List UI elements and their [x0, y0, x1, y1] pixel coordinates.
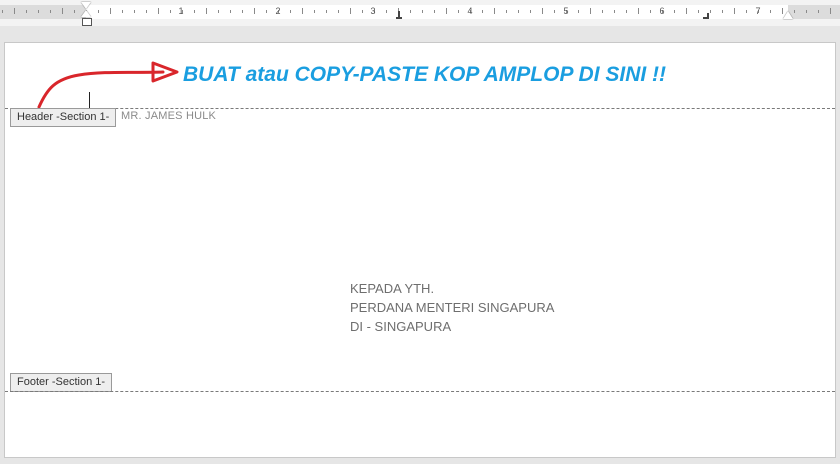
ruler-strip[interactable] [86, 5, 788, 19]
ruler-tick [638, 8, 639, 14]
ruler-tick [590, 8, 591, 14]
ruler-tick [26, 10, 27, 13]
ruler-number: 6 [659, 6, 665, 16]
ruler-tick [506, 10, 507, 13]
recipient-address[interactable]: KEPADA YTH. PERDANA MENTERI SINGAPURA DI… [350, 279, 554, 336]
ruler-tick [386, 10, 387, 13]
ruler-tick [2, 10, 3, 13]
ruler-tick [302, 8, 303, 14]
ruler-tick [134, 10, 135, 13]
ruler-tick [650, 10, 651, 13]
ruler-tick [482, 10, 483, 13]
ruler-tick [614, 10, 615, 13]
ruler-tick [818, 10, 819, 13]
ruler-tick [218, 10, 219, 13]
ruler-tick [422, 10, 423, 13]
ruler-tick [410, 10, 411, 13]
ruler-tick [110, 8, 111, 14]
ruler-tick [578, 10, 579, 13]
ruler-tick [722, 10, 723, 13]
ruler-tick [326, 10, 327, 13]
center-tab-stop-icon[interactable] [396, 11, 402, 19]
ruler-tick [602, 10, 603, 13]
ruler-tick [554, 10, 555, 13]
left-indent-icon[interactable] [82, 18, 92, 26]
ruler-tick [38, 10, 39, 13]
recipient-line: DI - SINGAPURA [350, 319, 452, 334]
ruler-tick [734, 8, 735, 14]
ruler-tick [254, 8, 255, 14]
ruler-tick [50, 10, 51, 13]
ruler-tick [158, 8, 159, 14]
ruler-tick [746, 10, 747, 13]
footer-section-tab[interactable]: Footer -Section 1- [10, 373, 113, 392]
footer-boundary-line [5, 391, 835, 392]
ruler-tick [14, 8, 15, 14]
ruler-tick [698, 10, 699, 13]
ruler-tick [446, 8, 447, 14]
ruler-tick [542, 8, 543, 14]
ruler-tick [338, 10, 339, 13]
text-cursor [89, 92, 90, 108]
ruler-tick [674, 10, 675, 13]
ruler-tick [122, 10, 123, 13]
horizontal-ruler[interactable]: 1 2 3 4 5 6 7 [0, 0, 840, 26]
ruler-tick [146, 10, 147, 13]
header-boundary-line [5, 108, 835, 109]
ruler-tick [794, 10, 795, 13]
ruler-tick [230, 10, 231, 13]
ruler-number: 7 [755, 6, 761, 16]
ruler-number: 5 [563, 6, 569, 16]
first-line-indent-icon[interactable] [81, 2, 91, 9]
ruler-tick [518, 10, 519, 13]
ruler-tick [290, 10, 291, 13]
ruler-tick [686, 8, 687, 14]
recipient-line: KEPADA YTH. [350, 281, 435, 296]
ruler-number: 3 [370, 6, 376, 16]
ruler-tick [710, 10, 711, 13]
ruler-tick [170, 10, 171, 13]
ruler-tick [458, 10, 459, 13]
recipient-line: PERDANA MENTERI SINGAPURA [350, 300, 555, 315]
ruler-number: 1 [178, 6, 184, 16]
ruler-tick [194, 10, 195, 13]
ruler-tick [830, 8, 831, 14]
ruler-right-margin [788, 5, 840, 19]
sender-name[interactable]: MR. JAMES HULK [121, 110, 216, 122]
ruler-tick [266, 10, 267, 13]
ruler-tick [62, 8, 63, 14]
ruler-number: 2 [275, 6, 281, 16]
ruler-tick [530, 10, 531, 13]
right-tab-stop-icon[interactable] [703, 13, 709, 19]
ruler-tick [434, 10, 435, 13]
ruler-tick [98, 10, 99, 13]
ruler-tick [350, 8, 351, 14]
ruler-tick [74, 10, 75, 13]
ruler-tick [314, 10, 315, 13]
right-indent-icon[interactable] [783, 11, 793, 19]
ruler-tick [206, 8, 207, 14]
ruler-tick [770, 10, 771, 13]
ruler-tick [626, 10, 627, 13]
ruler-tick [806, 10, 807, 13]
red-curved-arrow-icon [37, 61, 179, 109]
ruler-number: 4 [467, 6, 473, 16]
header-section-tab[interactable]: Header -Section 1- [10, 108, 117, 127]
hanging-indent-icon[interactable] [81, 10, 91, 17]
envelope-letterhead-instruction: BUAT atau COPY-PASTE KOP AMPLOP DI SINI … [183, 63, 667, 86]
ruler-tick [494, 8, 495, 14]
ruler-tick [242, 10, 243, 13]
ruler-tick [362, 10, 363, 13]
document-page[interactable]: BUAT atau COPY-PASTE KOP AMPLOP DI SINI … [4, 42, 836, 458]
